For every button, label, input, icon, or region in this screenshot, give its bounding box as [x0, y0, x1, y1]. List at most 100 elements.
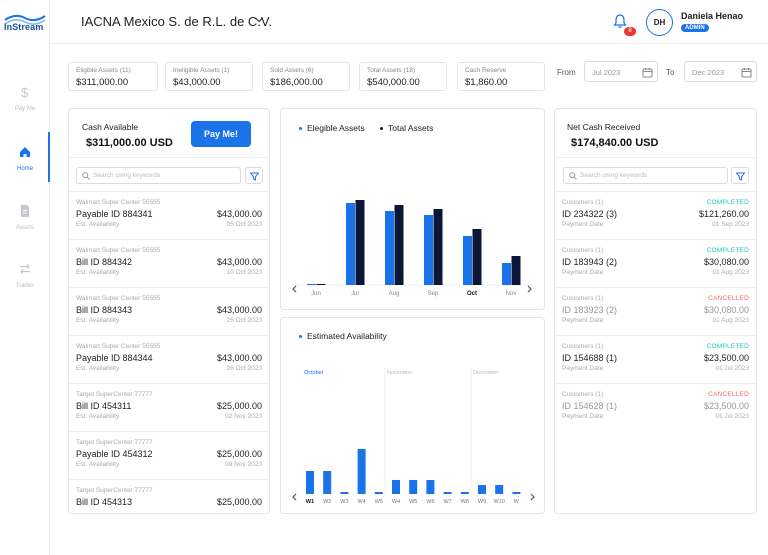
sidebar-item-trades[interactable]: Trades [0, 262, 50, 289]
search-input[interactable]: Search using keywords [76, 167, 241, 184]
from-label: From [557, 68, 576, 77]
sidebar-item-home[interactable]: Home [0, 145, 50, 172]
avatar[interactable]: DH [646, 9, 673, 36]
dollar-icon: $ [21, 85, 29, 99]
amount: $23,500.00 [703, 353, 749, 363]
filter-button[interactable] [245, 167, 263, 184]
tick-label: Jun [311, 291, 321, 297]
record-id: ID 154628 (1) [562, 401, 618, 411]
company-name[interactable]: IACNA Mexico S. de R.L. de C.V. [81, 14, 272, 29]
amount: $43,000.00 [216, 353, 262, 363]
chevron-right-icon[interactable] [527, 285, 532, 293]
customer-name: Customers (1) [562, 295, 604, 302]
record-id: ID 234322 (3) [562, 209, 618, 219]
filter-button[interactable] [731, 167, 749, 184]
record-id: Bill ID 454311 [76, 401, 132, 411]
sidebar-item-label: Assets [15, 225, 34, 231]
bar-week-8 [426, 480, 435, 494]
list-item[interactable]: Customers (1) ID 154688 (1) Payment Date $2… [555, 335, 756, 381]
bar-week-3 [340, 492, 349, 494]
stat-label: Eligible Assets (11) [76, 67, 131, 74]
tick-label: W5 [375, 499, 383, 505]
pay-me-button[interactable]: Pay Me! [191, 121, 251, 147]
role-badge: ADMIN [681, 24, 709, 32]
list-item[interactable]: Target SuperCenter 77777 Bill ID 454313 $2… [69, 479, 269, 513]
chevron-down-icon[interactable] [254, 15, 264, 25]
document-icon [21, 205, 29, 217]
status-badge: COMPLETED [706, 247, 749, 254]
from-date-picker[interactable]: Jul 2023 [584, 61, 658, 82]
stat-label: Sold Assets (6) [270, 67, 314, 74]
date-label: Est. Availability [76, 413, 120, 420]
customer-name: Target SuperCenter 77777 [76, 391, 153, 398]
to-date-value: Dec 2023 [692, 68, 725, 77]
search-placeholder: Search using keywords [580, 172, 648, 179]
month-label: October [304, 370, 324, 376]
bar-total-sep [433, 209, 443, 285]
list-item[interactable]: Customers (1) ID 234322 (3) Payment Date $1… [555, 191, 756, 237]
cash-available-card: Cash Available $311,000.00 USD Pay Me! S… [68, 108, 270, 514]
list-item[interactable]: Target SuperCenter 77777 Bill ID 454311 Es… [69, 383, 269, 429]
chevron-left-icon[interactable] [292, 285, 297, 293]
assets-bar-chart: Jun Jul Aug Sep Oct Nov [292, 200, 533, 297]
customer-name: Walmart Super Center 55555 [76, 199, 161, 206]
chevron-left-icon[interactable] [292, 493, 297, 501]
stat-value: $311,000.00 [76, 77, 129, 88]
record-date: 01 Sep 2023 [712, 221, 749, 228]
sidebar-item-pay-me[interactable]: $ Pay Me [0, 85, 50, 112]
search-input[interactable]: Search using keywords [563, 167, 728, 184]
list-item[interactable]: Customers (1) ID 154628 (1) Payment Date $2… [555, 383, 756, 429]
svg-text:$: $ [21, 85, 29, 99]
bar-week-5 [374, 492, 383, 494]
stat-value: $43,000.00 [173, 77, 221, 88]
estimated-availability-card: Estimated Availability October November De… [280, 317, 545, 514]
amount: $25,000.00 [216, 497, 262, 507]
stat-label: Cash Reserve [465, 67, 507, 74]
tick-label: W4 [392, 499, 400, 505]
stat-label: Ineligible Assets (1) [173, 67, 230, 74]
amount: $43,000.00 [216, 305, 262, 315]
list-item[interactable]: Customers (1) ID 183943 (2) Payment Date $3… [555, 239, 756, 285]
list-item[interactable]: Walmart Super Center 55555 Payable ID 884… [69, 335, 269, 381]
bell-icon[interactable] [613, 13, 627, 29]
list-item[interactable]: Walmart Super Center 55555 Bill ID 884342… [69, 239, 269, 285]
stat-cash-reserve: Cash Reserve $1,860.00 [457, 62, 545, 91]
record-date: 01 Aug 2023 [712, 317, 749, 324]
assets-chart-card: Elegible Assets Total Assets Jun Jul Aug Se… [280, 108, 545, 310]
list-item[interactable]: Customers (1) ID 183923 (2) Payment Date $3… [555, 287, 756, 333]
record-id: Bill ID 884342 [76, 257, 133, 267]
stat-label: Total Assets (18) [367, 67, 416, 74]
list-item[interactable]: Walmart Super Center 55555 Payable ID 884… [69, 191, 269, 237]
tick-label: W8 [461, 499, 469, 505]
record-date: 28 Oct 2023 [226, 365, 262, 372]
filter-icon [736, 172, 745, 181]
date-label: Est. Availability [76, 269, 120, 276]
header: IACNA Mexico S. de R.L. de C.V. 8 DH Dan… [51, 0, 768, 44]
stat-eligible-assets: Eligible Assets (11) $311,000.00 [68, 62, 158, 91]
to-label: To [666, 68, 675, 77]
amount: $30,080.00 [703, 305, 749, 315]
bar-week-6 [392, 480, 400, 494]
to-date-picker[interactable]: Dec 2023 [684, 61, 757, 82]
record-date: 05 Oct 2023 [226, 221, 262, 228]
filter-icon [250, 172, 259, 181]
sidebar-item-label: Pay Me [14, 106, 36, 112]
record-id: Bill ID 454313 [76, 497, 133, 507]
tick-label: W5 [409, 499, 417, 505]
from-date-value: Jul 2023 [592, 68, 621, 77]
date-label: Est. Availability [76, 461, 120, 468]
amount: $23,500.00 [703, 401, 749, 411]
chevron-right-icon[interactable] [530, 493, 535, 501]
bar-total-aug [394, 205, 404, 285]
amount: $25,000.00 [216, 401, 262, 411]
record-date: 08 Nov 2023 [225, 461, 262, 468]
status-badge: COMPLETED [706, 199, 749, 206]
divider [555, 157, 756, 158]
notification-badge: 8 [624, 27, 636, 36]
list-item[interactable]: Target SuperCenter 77777 Payable ID 45431… [69, 431, 269, 477]
sidebar-item-label: Home [16, 166, 33, 172]
customer-name: Target SuperCenter 77777 [76, 487, 153, 494]
sidebar-item-assets[interactable]: Assets [0, 204, 50, 231]
tick-label: W [514, 499, 520, 505]
list-item[interactable]: Walmart Super Center 55555 Bill ID 884343… [69, 287, 269, 333]
